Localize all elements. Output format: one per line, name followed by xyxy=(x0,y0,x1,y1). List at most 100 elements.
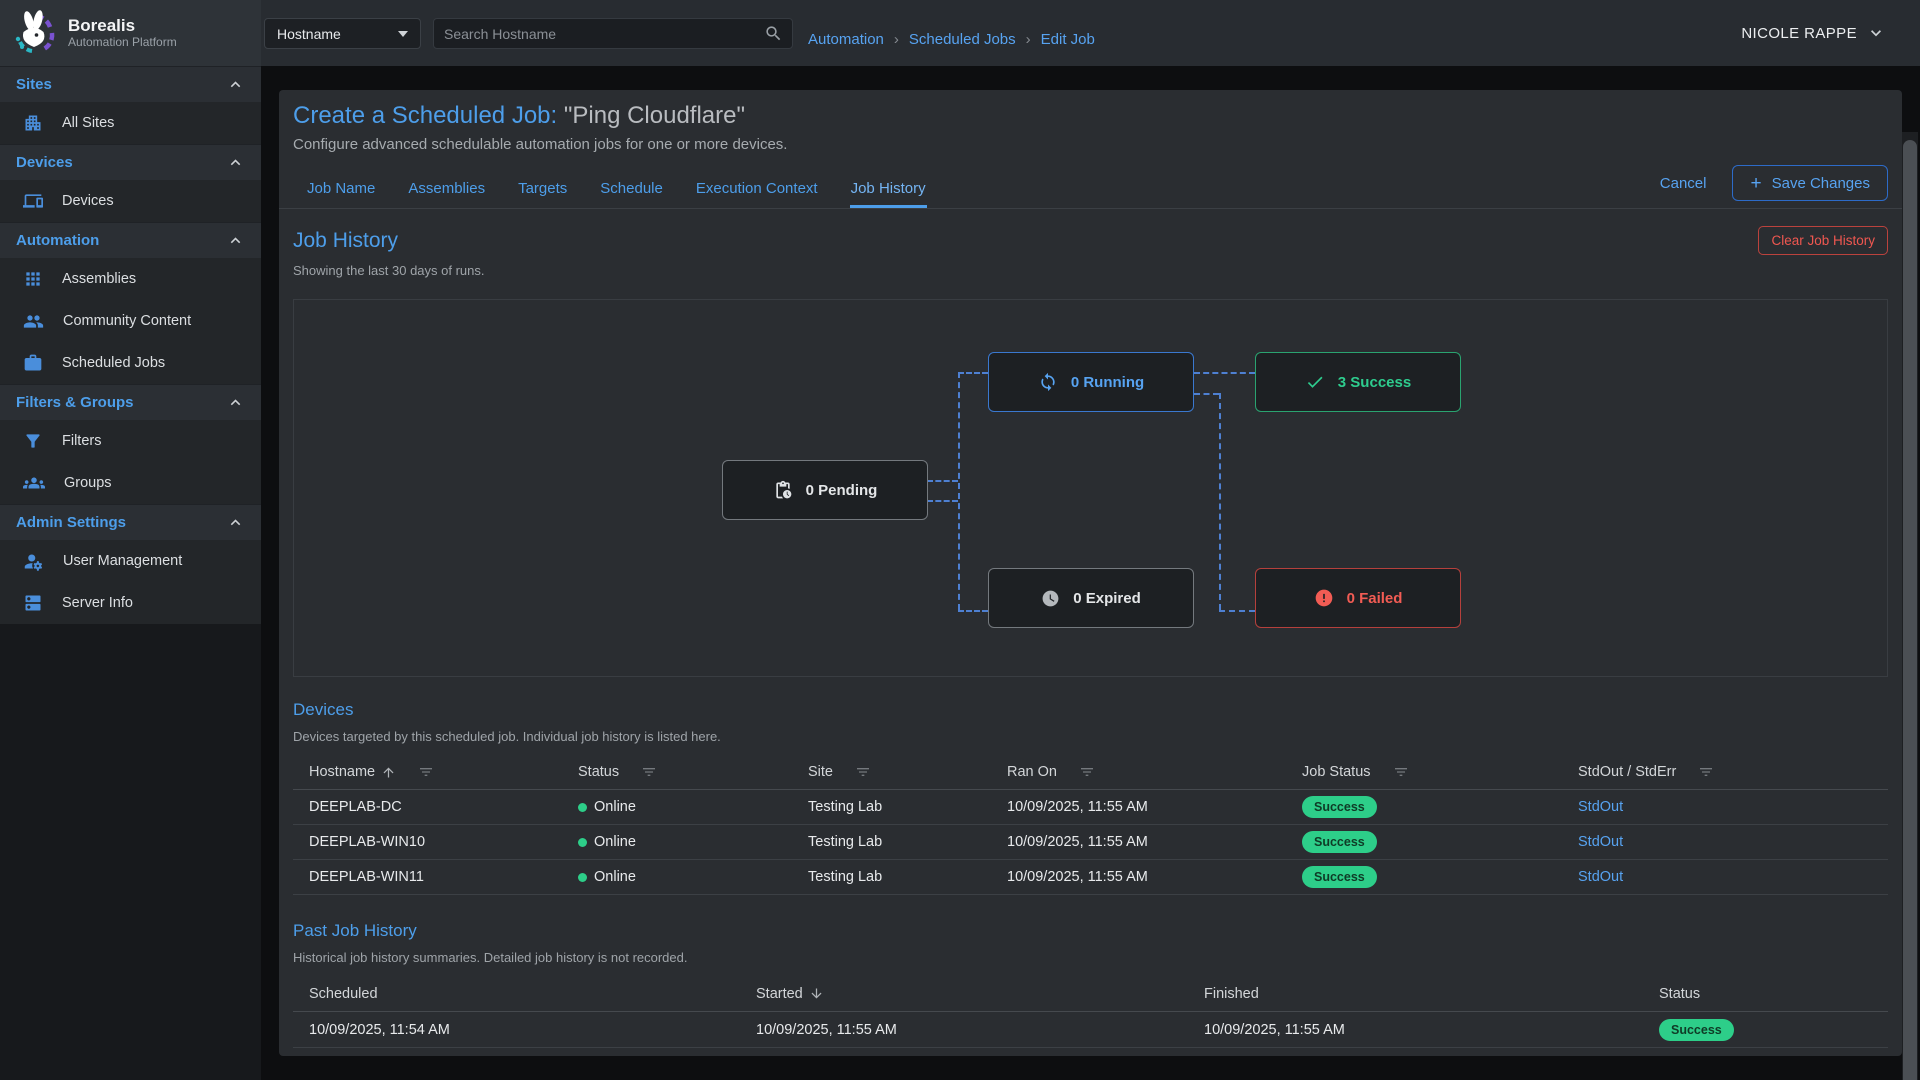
chevron-right-icon: › xyxy=(1026,31,1031,48)
sidebar-section-automation[interactable]: Automation xyxy=(0,222,261,258)
tab-job-history[interactable]: Job History xyxy=(850,171,927,208)
tab-job-name[interactable]: Job Name xyxy=(306,171,376,208)
filter-icon[interactable] xyxy=(1393,764,1409,780)
edit-job-panel: Create a Scheduled Job: "Ping Cloudflare… xyxy=(279,90,1902,1056)
grid-icon xyxy=(23,269,43,289)
flow-box-running[interactable]: 0 Running xyxy=(988,352,1194,412)
sidebar-item-scheduled-jobs[interactable]: Scheduled Jobs xyxy=(0,342,261,384)
server-icon xyxy=(23,593,43,613)
brand-subtitle: Automation Platform xyxy=(68,35,177,50)
filter-icon[interactable] xyxy=(641,764,657,780)
sidebar-item-all-sites[interactable]: All Sites xyxy=(0,102,261,144)
sidebar: Sites All Sites Devices Devices Automati… xyxy=(0,66,261,1080)
flow-box-failed[interactable]: 0 Failed xyxy=(1255,568,1461,628)
column-header-site[interactable]: Site xyxy=(792,764,991,780)
save-changes-label: Save Changes xyxy=(1772,175,1870,192)
flow-box-pending[interactable]: 0 Pending xyxy=(722,460,928,520)
sort-down-icon[interactable] xyxy=(809,986,824,1001)
flow-box-expired[interactable]: 0 Expired xyxy=(988,568,1194,628)
job-history-description: Showing the last 30 days of runs. xyxy=(293,263,1888,278)
stdout-link[interactable]: StdOut xyxy=(1578,869,1623,885)
search-input[interactable] xyxy=(434,26,764,42)
chevron-up-icon xyxy=(226,75,245,94)
filter-icon[interactable] xyxy=(1079,764,1095,780)
online-dot-icon xyxy=(578,838,587,847)
site-cell: Testing Lab xyxy=(792,834,991,850)
brand-logo-block[interactable]: Borealis Automation Platform xyxy=(0,0,261,66)
column-header-scheduled[interactable]: Scheduled xyxy=(293,986,740,1002)
breadcrumb-automation[interactable]: Automation xyxy=(808,31,884,48)
column-header-ran-on[interactable]: Ran On xyxy=(991,764,1286,780)
column-header-status[interactable]: Status xyxy=(562,764,792,780)
sidebar-section-devices[interactable]: Devices xyxy=(0,144,261,180)
vertical-scrollbar[interactable] xyxy=(1902,132,1918,1080)
table-row[interactable]: DEEPLAB-WIN10 Online Testing Lab 10/09/2… xyxy=(293,825,1888,860)
page-title-prefix: Create a Scheduled Job: xyxy=(293,102,557,129)
sidebar-section-filters-groups[interactable]: Filters & Groups xyxy=(0,384,261,420)
past-table-header: Scheduled Started Finished Status xyxy=(293,976,1888,1012)
status-badge: Success xyxy=(1302,796,1377,818)
hostname-select[interactable]: Hostname xyxy=(264,18,421,49)
hostname-select-value: Hostname xyxy=(277,26,341,42)
table-row[interactable]: DEEPLAB-DC Online Testing Lab 10/09/2025… xyxy=(293,790,1888,825)
scrollbar-thumb[interactable] xyxy=(1903,140,1917,1080)
column-header-started[interactable]: Started xyxy=(740,986,1188,1002)
column-header-finished[interactable]: Finished xyxy=(1188,986,1643,1002)
sidebar-item-assemblies[interactable]: Assemblies xyxy=(0,258,261,300)
table-row[interactable]: 10/09/2025, 11:54 AM 10/09/2025, 11:55 A… xyxy=(293,1012,1888,1048)
sidebar-section-admin-settings[interactable]: Admin Settings xyxy=(0,504,261,540)
sidebar-item-devices[interactable]: Devices xyxy=(0,180,261,222)
finished-cell: 10/09/2025, 11:55 AM xyxy=(1188,1022,1643,1038)
clipboard-clock-icon xyxy=(773,480,793,500)
chevron-up-icon xyxy=(226,393,245,412)
connector-running-to-success xyxy=(1194,372,1255,374)
stdout-link[interactable]: StdOut xyxy=(1578,834,1623,850)
sort-up-icon[interactable] xyxy=(381,765,396,780)
column-header-job-status[interactable]: Job Status xyxy=(1286,764,1562,780)
connector-running-lower-stub xyxy=(1194,393,1219,395)
connector-left-vertical xyxy=(958,372,960,610)
connector-right-vertical xyxy=(1219,393,1221,610)
sidebar-item-label: User Management xyxy=(63,553,182,569)
devices-icon xyxy=(23,191,43,211)
stdout-link[interactable]: StdOut xyxy=(1578,799,1623,815)
flow-box-success[interactable]: 3 Success xyxy=(1255,352,1461,412)
devices-description: Devices targeted by this scheduled job. … xyxy=(293,729,1888,744)
cancel-button[interactable]: Cancel xyxy=(1660,175,1707,192)
sidebar-item-groups[interactable]: Groups xyxy=(0,462,261,504)
search-icon[interactable] xyxy=(764,24,783,43)
clear-job-history-button[interactable]: Clear Job History xyxy=(1758,226,1888,255)
plus-icon: + xyxy=(1750,174,1761,193)
filter-icon[interactable] xyxy=(418,764,434,780)
breadcrumb-edit-job[interactable]: Edit Job xyxy=(1041,31,1095,48)
ran-on-cell: 10/09/2025, 11:55 AM xyxy=(991,869,1286,885)
chevron-up-icon xyxy=(226,231,245,250)
tab-targets[interactable]: Targets xyxy=(517,171,568,208)
hostname-cell: DEEPLAB-WIN10 xyxy=(293,834,562,850)
filter-icon[interactable] xyxy=(855,764,871,780)
connector-to-expired xyxy=(958,610,988,612)
chevron-right-icon: › xyxy=(894,31,899,48)
sidebar-item-server-info[interactable]: Server Info xyxy=(0,582,261,624)
column-header-stdout-stderr[interactable]: StdOut / StdErr xyxy=(1562,764,1888,780)
tab-schedule[interactable]: Schedule xyxy=(599,171,664,208)
tab-execution-context[interactable]: Execution Context xyxy=(695,171,819,208)
column-header-hostname[interactable]: Hostname xyxy=(293,764,562,780)
tab-assemblies[interactable]: Assemblies xyxy=(407,171,486,208)
sidebar-item-label: Devices xyxy=(62,193,114,209)
filter-icon[interactable] xyxy=(1698,764,1714,780)
user-menu[interactable]: NICOLE RAPPE xyxy=(1741,0,1886,66)
section-label: Sites xyxy=(16,76,52,93)
error-icon xyxy=(1314,588,1334,608)
breadcrumb-scheduled-jobs[interactable]: Scheduled Jobs xyxy=(909,31,1016,48)
save-changes-button[interactable]: + Save Changes xyxy=(1732,165,1888,201)
sidebar-item-user-management[interactable]: User Management xyxy=(0,540,261,582)
status-badge: Success xyxy=(1302,831,1377,853)
online-dot-icon xyxy=(578,803,587,812)
section-label: Devices xyxy=(16,154,73,171)
sidebar-item-filters[interactable]: Filters xyxy=(0,420,261,462)
column-header-status[interactable]: Status xyxy=(1643,986,1888,1002)
sidebar-item-community-content[interactable]: Community Content xyxy=(0,300,261,342)
sidebar-section-sites[interactable]: Sites xyxy=(0,66,261,102)
table-row[interactable]: DEEPLAB-WIN11 Online Testing Lab 10/09/2… xyxy=(293,860,1888,895)
